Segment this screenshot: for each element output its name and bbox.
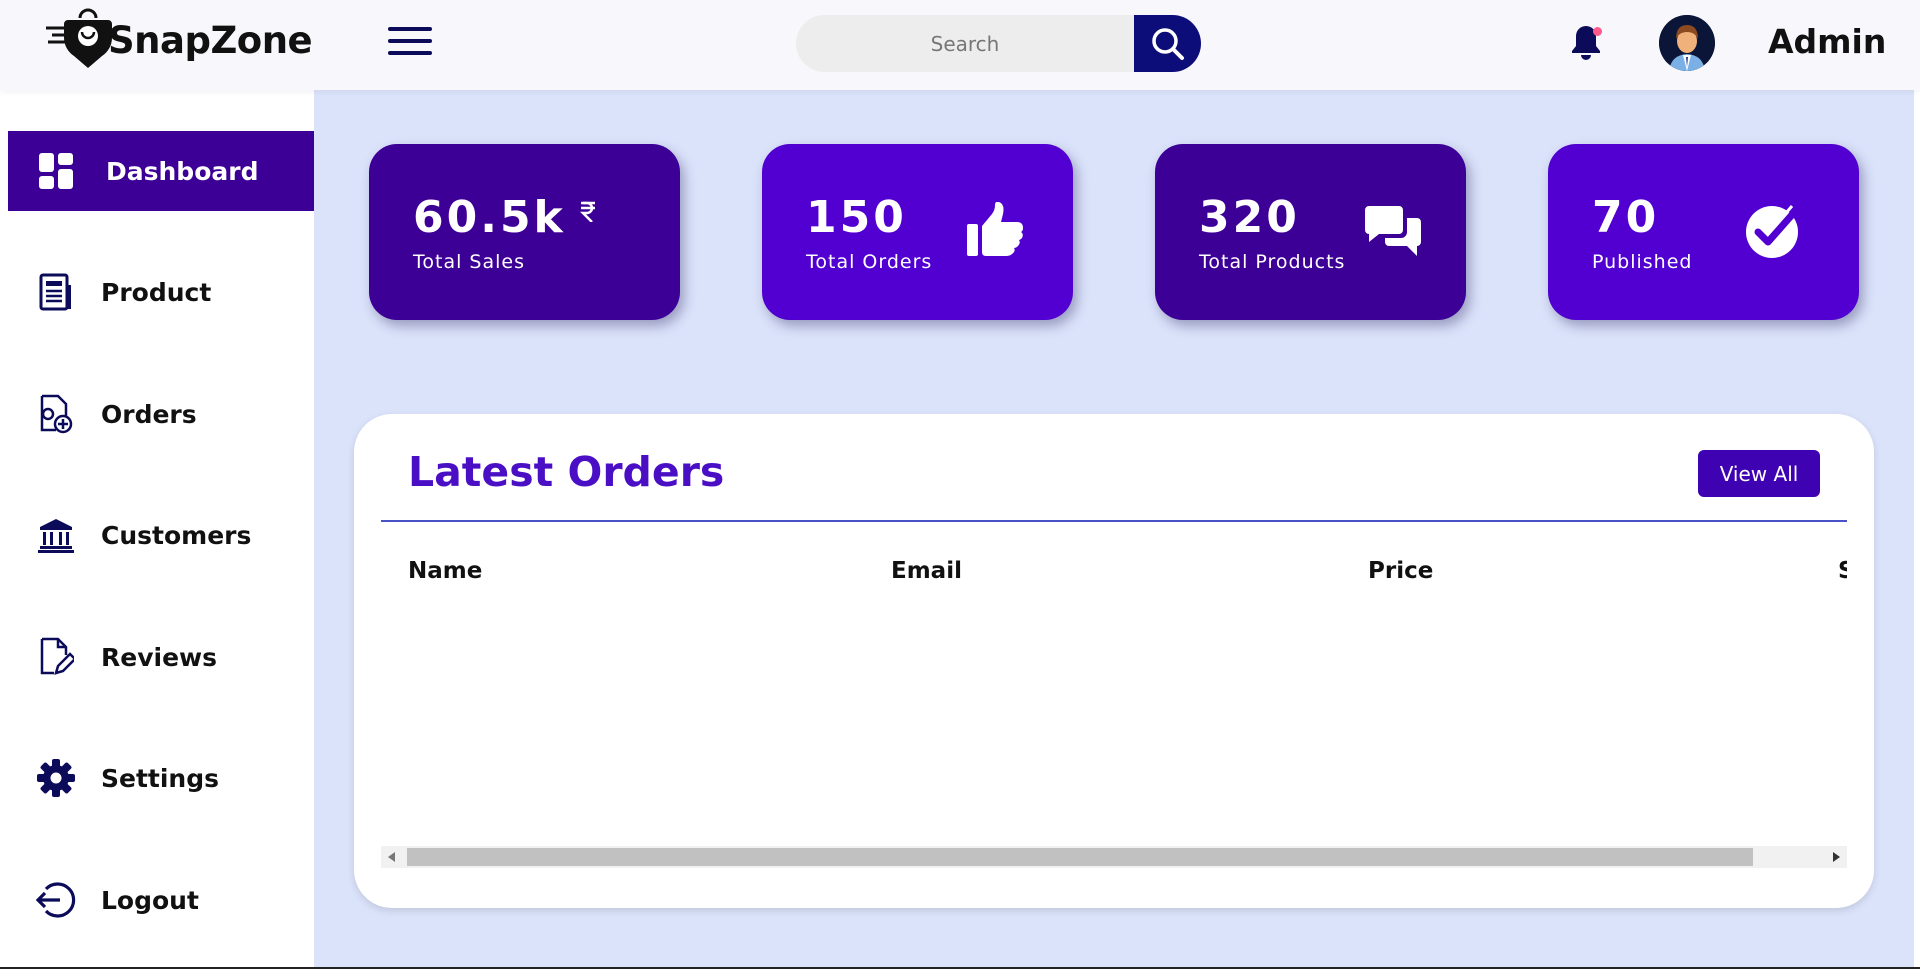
stat-label: Total Orders [806,251,933,273]
sidebar-item-label: Dashboard [106,156,259,186]
stat-card-total-orders[interactable]: 150 Total Orders [762,144,1073,320]
hamburger-icon [388,27,432,31]
avatar[interactable] [1659,15,1715,71]
check-circle-icon [1744,202,1804,264]
panel-title: Latest Orders [408,448,725,496]
sidebar-item-dashboard[interactable]: Dashboard [8,131,314,211]
search-button[interactable] [1134,15,1201,72]
sidebar: Dashboard Product Orders Customers Revie… [0,90,314,969]
stat-value: 320 [1199,192,1300,243]
scrollbar-thumb[interactable] [407,848,1753,866]
dashboard-icon [36,151,76,191]
menu-toggle-button[interactable] [388,27,432,59]
stat-card-total-products[interactable]: 320 Total Products [1155,144,1466,320]
top-header: SnapZone Admin [0,0,1920,90]
sidebar-item-label: Product [101,277,212,307]
notifications-button[interactable] [1570,22,1602,62]
sidebar-item-label: Reviews [101,642,218,672]
orders-table: Name Email Price Status [381,522,1847,858]
sidebar-item-customers[interactable]: Customers [8,495,314,575]
latest-orders-panel: Latest Orders View All Name Email Price … [354,414,1874,908]
stat-card-published[interactable]: 70 Published [1548,144,1859,320]
sidebar-item-orders[interactable]: Orders [8,374,314,454]
sidebar-item-logout[interactable]: Logout [8,860,314,940]
caret-left-icon [388,852,395,862]
main-content: 60.5k Total Sales 150 Total Orders 320 T… [314,90,1920,969]
stat-card-total-sales[interactable]: 60.5k Total Sales [369,144,680,320]
column-header-status[interactable]: Status [1838,558,1847,584]
stat-value: 70 [1592,192,1660,243]
edit-document-icon [36,637,76,677]
user-name[interactable]: Admin [1768,22,1886,61]
rupee-icon [579,200,597,226]
sidebar-item-label: Customers [101,520,252,550]
column-header-price[interactable]: Price [1368,558,1433,584]
sidebar-item-product[interactable]: Product [8,252,314,332]
stat-label: Total Products [1199,251,1346,273]
scroll-right-button[interactable] [1825,846,1847,868]
search-bar [796,15,1201,72]
sidebar-item-label: Logout [101,885,199,915]
sidebar-item-reviews[interactable]: Reviews [8,617,314,697]
thumbs-up-icon [967,201,1025,262]
stat-value: 60.5k [413,192,566,243]
search-icon [1151,27,1184,60]
view-all-button[interactable]: View All [1698,450,1820,497]
sidebar-item-label: Settings [101,763,220,793]
sidebar-item-label: Orders [101,399,197,429]
bank-icon [36,515,76,555]
logout-icon [36,880,76,920]
user-avatar-icon [1659,15,1715,71]
file-add-icon [36,394,76,434]
stat-label: Published [1592,251,1693,273]
caret-right-icon [1833,852,1840,862]
document-list-icon [36,272,76,312]
chat-bubbles-icon [1365,204,1423,264]
shopping-bag-logo-icon [46,8,112,68]
stat-label: Total Sales [413,251,525,273]
page-edge [1914,90,1920,969]
column-header-name[interactable]: Name [408,558,482,584]
brand-name: SnapZone [108,18,313,62]
stat-value: 150 [806,192,907,243]
sidebar-item-settings[interactable]: Settings [8,738,314,818]
column-header-email[interactable]: Email [891,558,962,584]
gear-icon [36,758,76,798]
brand-logo[interactable]: SnapZone [44,8,313,72]
scroll-left-button[interactable] [381,846,403,868]
notification-badge [1593,27,1602,36]
horizontal-scrollbar[interactable] [381,846,1847,868]
search-input[interactable] [796,15,1134,72]
